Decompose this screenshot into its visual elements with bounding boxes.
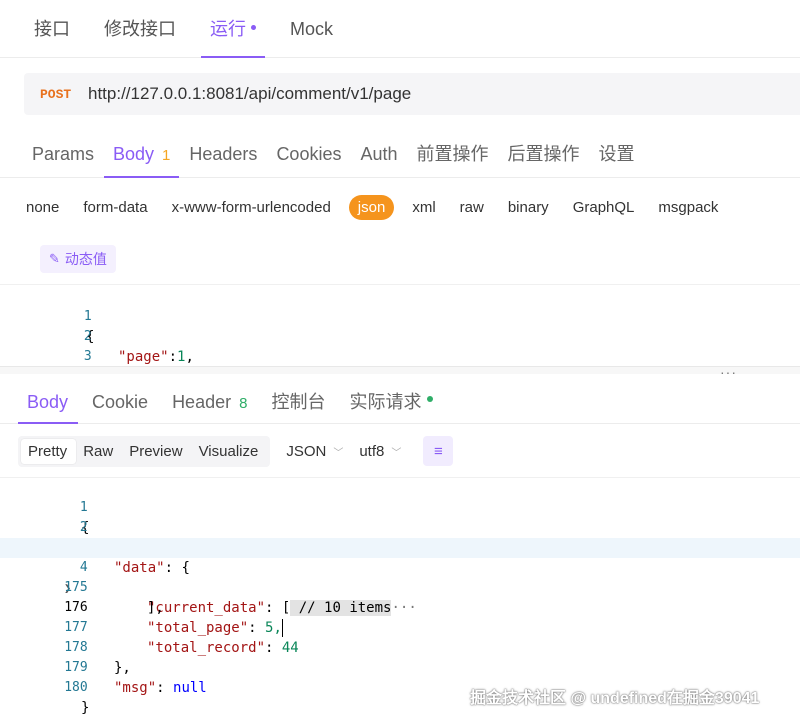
url-input[interactable]: http://127.0.0.1:8081/api/comment/v1/pag…: [88, 84, 411, 104]
code-line: 180 }: [0, 658, 800, 716]
tab-post-operations[interactable]: 后置操作: [499, 130, 589, 178]
request-tab-bar: Params Body 1 Headers Cookies Auth 前置操作 后…: [0, 130, 800, 178]
code-line-highlighted: 4 ❯ "current_data": [ // 10 items···: [0, 538, 800, 616]
status-dot-icon: [427, 395, 434, 402]
code-line: 2 "page":1,: [0, 307, 800, 365]
view-raw[interactable]: Raw: [76, 439, 122, 464]
body-type-json[interactable]: json: [348, 194, 395, 220]
code-text: "msg": null: [114, 680, 207, 696]
http-method[interactable]: POST: [40, 87, 88, 102]
body-type-msgpack[interactable]: msgpack: [652, 195, 724, 220]
tab-body-label: Body: [113, 143, 155, 164]
view-pretty[interactable]: Pretty: [21, 438, 77, 464]
request-body-editor[interactable]: 1 { 2 "page":1, 3 "size":10, 4 "id":1: [0, 284, 800, 366]
code-line: 4 "id":1: [0, 347, 800, 366]
code-line: 176 "total_page": 5,: [0, 578, 800, 637]
line-number: 180: [64, 680, 88, 695]
tab-response-header[interactable]: Header 8: [160, 382, 259, 424]
code-line: 1 {: [0, 287, 800, 345]
tab-run[interactable]: 运行: [193, 0, 273, 58]
code-line: 178 },: [0, 618, 800, 676]
tab-auth[interactable]: Auth: [351, 130, 406, 178]
format-select[interactable]: JSON ﹀: [286, 443, 343, 460]
tab-interface[interactable]: 接口: [0, 0, 87, 58]
code-line: 177 "total_record": 44: [0, 598, 800, 656]
encoding-select[interactable]: utf8 ﹀: [359, 443, 401, 460]
chevron-down-icon: ﹀: [333, 447, 344, 459]
tab-headers[interactable]: Headers: [180, 130, 266, 178]
tab-cookies[interactable]: Cookies: [267, 130, 350, 178]
body-type-graphql[interactable]: GraphQL: [567, 195, 641, 220]
code-line: 3 "size":10,: [0, 327, 800, 364]
body-type-xml[interactable]: xml: [406, 195, 441, 220]
watermark: 掘金技术社区 @ undefined在掘金39041: [470, 690, 760, 707]
tab-settings[interactable]: 设置: [590, 130, 644, 178]
dynamic-value-button[interactable]: ✎ 动态值: [40, 245, 116, 273]
tab-response-cookie[interactable]: Cookie: [80, 382, 160, 424]
tab-actual-request-label: 实际请求: [349, 391, 422, 412]
json-value: null: [173, 680, 207, 696]
tab-run-label: 运行: [210, 18, 246, 39]
code-line: 175 ],: [0, 558, 800, 616]
dynamic-value-label: 动态值: [64, 251, 107, 267]
url-bar[interactable]: POST http://127.0.0.1:8081/api/comment/v…: [24, 73, 800, 115]
body-type-urlencoded[interactable]: x-www-form-urlencoded: [166, 195, 337, 220]
panel-splitter[interactable]: [0, 366, 800, 374]
response-tab-bar: Body Cookie Header 8 控制台 实际请求: [0, 382, 800, 424]
header-count-badge: 8: [239, 394, 248, 412]
unsaved-dot-icon: [251, 25, 256, 31]
code-line: 2 "code": 0,: [0, 498, 800, 556]
encoding-select-value: utf8: [359, 442, 385, 460]
chevron-down-icon: ﹀: [391, 447, 402, 459]
tab-console[interactable]: 控制台: [259, 382, 337, 424]
word-wrap-button[interactable]: ≡: [423, 436, 454, 466]
body-count-badge: 1: [162, 146, 171, 164]
format-select-value: JSON: [286, 442, 327, 460]
body-type-selector: none form-data x-www-form-urlencoded jso…: [20, 191, 736, 223]
drag-handle-icon[interactable]: ···: [720, 364, 737, 380]
view-mode-group: Pretty Raw Preview Visualize: [18, 435, 271, 467]
body-type-raw[interactable]: raw: [454, 195, 490, 220]
tab-mock[interactable]: Mock: [273, 0, 350, 58]
code-text: }: [81, 700, 90, 716]
top-tab-bar: 接口 修改接口 运行 Mock: [0, 0, 800, 58]
tab-edit-interface[interactable]: 修改接口: [87, 0, 193, 58]
view-visualize[interactable]: Visualize: [192, 439, 268, 464]
tab-pre-operations[interactable]: 前置操作: [408, 130, 498, 178]
tab-response-header-label: Header: [172, 391, 232, 412]
body-type-none[interactable]: none: [20, 195, 65, 220]
tab-params[interactable]: Params: [0, 130, 103, 178]
response-view-toolbar: Pretty Raw Preview Visualize JSON ﹀ utf8 ﹀…: [18, 434, 454, 468]
body-type-binary[interactable]: binary: [502, 195, 555, 220]
code-line: 1 {: [0, 478, 800, 536]
tab-actual-request[interactable]: 实际请求: [337, 382, 445, 424]
body-type-form-data[interactable]: form-data: [77, 195, 153, 220]
tab-response-body[interactable]: Body: [0, 382, 80, 424]
wrap-lines-icon: ≡: [433, 442, 443, 460]
json-key: "msg": [114, 680, 157, 696]
tab-body[interactable]: Body 1: [104, 130, 180, 178]
magic-wand-icon: ✎: [49, 251, 60, 266]
view-preview[interactable]: Preview: [122, 439, 191, 464]
code-line: 3 "data": {: [0, 518, 800, 576]
code-line: 179 "msg": null: [0, 638, 800, 696]
